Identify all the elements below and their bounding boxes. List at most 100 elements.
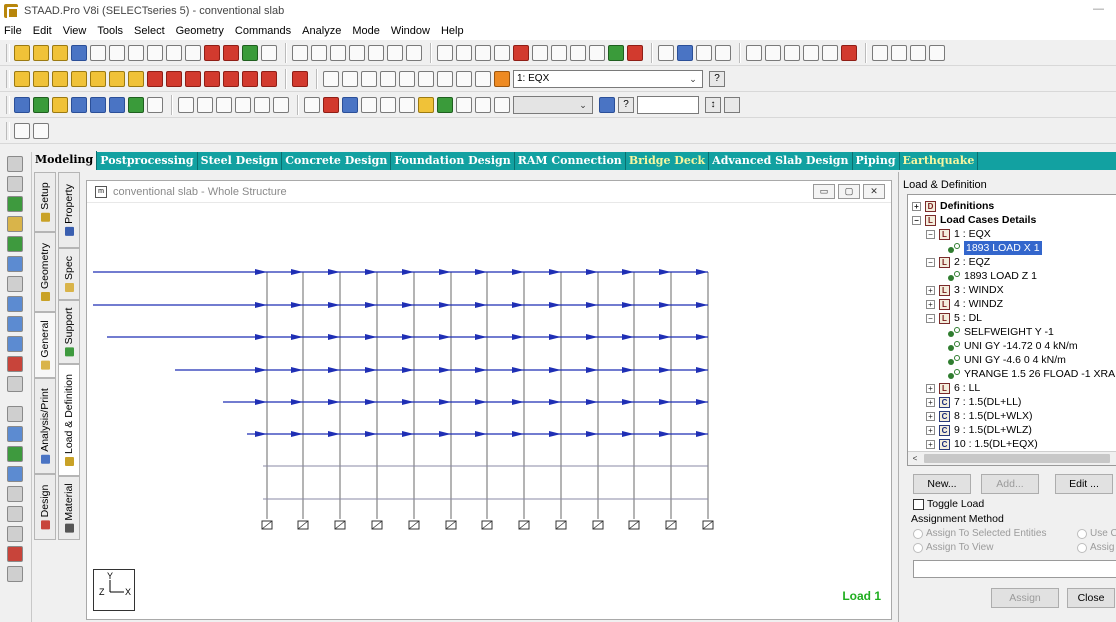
query-button[interactable]: ? (618, 96, 634, 113)
node-icon[interactable] (513, 44, 529, 61)
tree-node[interactable]: − L Load Cases Details (912, 213, 1036, 227)
redo-icon[interactable] (185, 44, 201, 61)
minimize-button[interactable]: — (1093, 3, 1104, 15)
menu-commands[interactable]: Commands (235, 25, 291, 37)
temperature-load-icon[interactable] (399, 96, 415, 113)
tab-piping[interactable]: Piping (853, 152, 900, 170)
scale-input[interactable] (637, 95, 699, 114)
labels-display-icon[interactable] (7, 566, 23, 582)
new-file-icon[interactable] (14, 44, 30, 61)
tree-node[interactable]: + L 3 : WINDX (926, 283, 1004, 297)
vtab-general[interactable]: General (34, 312, 56, 378)
edit-button[interactable]: Edit ... (1055, 474, 1113, 494)
view-restore-button[interactable]: ▢ (838, 184, 860, 199)
chevron-down-icon[interactable]: ⌄ (576, 98, 590, 112)
help-button[interactable]: ? (709, 70, 725, 87)
node-cursor-icon[interactable] (7, 196, 23, 212)
tree-node[interactable]: + L 6 : LL (926, 381, 980, 395)
menu-help[interactable]: Help (441, 25, 464, 37)
solid-icon[interactable] (803, 44, 819, 61)
add-button[interactable]: Add... (981, 474, 1039, 494)
scroll-thumb[interactable] (924, 454, 1110, 463)
zoom-previous-icon[interactable] (418, 70, 434, 87)
rotate-y-icon[interactable] (242, 70, 258, 87)
tab-postprocessing[interactable]: Postprocessing (97, 152, 198, 170)
arrange-icon[interactable] (929, 44, 945, 61)
add-beam-icon[interactable] (178, 96, 194, 113)
display-options-icon[interactable] (599, 96, 615, 113)
document-icon[interactable] (406, 44, 422, 61)
collapse-icon[interactable]: − (926, 229, 935, 239)
view-side-icon[interactable] (677, 44, 693, 61)
print-icon[interactable] (292, 44, 308, 61)
tree-node[interactable]: + C 8 : 1.5(DL+WLX) (926, 409, 1033, 423)
rotate-icon[interactable] (627, 44, 643, 61)
menu-select[interactable]: Select (134, 25, 165, 37)
vtab-support[interactable]: Support (58, 300, 80, 364)
radio-assign-view[interactable]: Assign To View (913, 542, 993, 553)
radio-use-cursor[interactable]: Use C (1077, 528, 1116, 539)
query-icon[interactable] (589, 44, 605, 61)
load-tree[interactable]: + D Definitions − L Load Cases Details − L 1 : E… (907, 194, 1116, 466)
seismic-load-icon[interactable] (437, 96, 453, 113)
tab-foundation-design[interactable]: Foundation Design (391, 152, 515, 170)
tab-earthquake[interactable]: Earthquake (900, 152, 979, 170)
vtab-geometry[interactable]: Geometry (34, 232, 56, 312)
plate-numbers-icon[interactable] (7, 446, 23, 462)
tree-horizontal-scrollbar[interactable]: < (908, 451, 1116, 465)
support-cursor-icon[interactable] (7, 376, 23, 392)
expand-icon[interactable]: + (926, 397, 935, 407)
rotate-z-icon[interactable] (261, 70, 277, 87)
tree-node[interactable]: UNI GY -14.72 0 4 kN/m (944, 339, 1078, 353)
vtab-setup[interactable]: Setup (34, 172, 56, 232)
pan-left-icon[interactable] (185, 70, 201, 87)
menu-view[interactable]: View (63, 25, 87, 37)
save-icon[interactable] (71, 44, 87, 61)
pan-up-icon[interactable] (147, 70, 163, 87)
scale-stepper[interactable]: ↕ (705, 96, 721, 113)
select-plates-icon[interactable] (52, 96, 68, 113)
geometry-cursor-icon[interactable] (7, 296, 23, 312)
view-rotate-up-icon[interactable] (14, 70, 30, 87)
select-all-icon[interactable] (128, 96, 144, 113)
results-display-icon[interactable] (7, 546, 23, 562)
view-rotate-left-icon[interactable] (52, 70, 68, 87)
export-icon[interactable] (330, 44, 346, 61)
tree-node[interactable]: + L 4 : WINDZ (926, 297, 1003, 311)
beam-cursor-icon[interactable] (7, 216, 23, 232)
expand-icon[interactable]: + (926, 299, 935, 309)
collapse-icon[interactable]: − (926, 313, 935, 323)
tree-node[interactable]: + C 9 : 1.5(DL+WLZ) (926, 423, 1032, 437)
measure-icon[interactable] (456, 44, 472, 61)
radio-assign-selected[interactable]: Assign To Selected Entities (913, 528, 1046, 539)
scale-apply-button[interactable] (724, 96, 740, 113)
camera-icon[interactable] (349, 44, 365, 61)
node-numbers-icon[interactable] (7, 406, 23, 422)
delete-icon[interactable] (147, 44, 163, 61)
zoom-window-icon[interactable] (323, 70, 339, 87)
assign-button[interactable]: Assign (991, 588, 1059, 608)
view-spin-left-icon[interactable] (90, 70, 106, 87)
select-beams-icon[interactable] (33, 96, 49, 113)
solid-numbers-icon[interactable] (7, 466, 23, 482)
scale-icon[interactable] (551, 44, 567, 61)
tab-concrete-design[interactable]: Concrete Design (282, 152, 392, 170)
expand-icon[interactable]: + (926, 425, 935, 435)
member-releases-icon[interactable] (7, 486, 23, 502)
zoom-out-icon[interactable] (380, 70, 396, 87)
member-query-icon[interactable] (33, 122, 49, 139)
display-window-icon[interactable] (292, 70, 308, 87)
paste-icon[interactable] (128, 44, 144, 61)
pan-right-icon[interactable] (204, 70, 220, 87)
radio-assign-edit[interactable]: Assig (1077, 542, 1114, 553)
cut-icon[interactable] (109, 44, 125, 61)
window-icon[interactable] (872, 44, 888, 61)
select-tool-icon[interactable] (7, 176, 23, 192)
tree-node[interactable]: + C 10 : 1.5(DL+EQX) (926, 437, 1038, 451)
structure-wizard-icon[interactable] (14, 122, 30, 139)
vtab-load-definition[interactable]: Load & Definition (58, 364, 80, 476)
new-button[interactable]: New... (913, 474, 971, 494)
menu-tools[interactable]: Tools (97, 25, 123, 37)
collapse-icon[interactable]: − (912, 215, 921, 225)
zoom-extents-icon[interactable] (399, 70, 415, 87)
